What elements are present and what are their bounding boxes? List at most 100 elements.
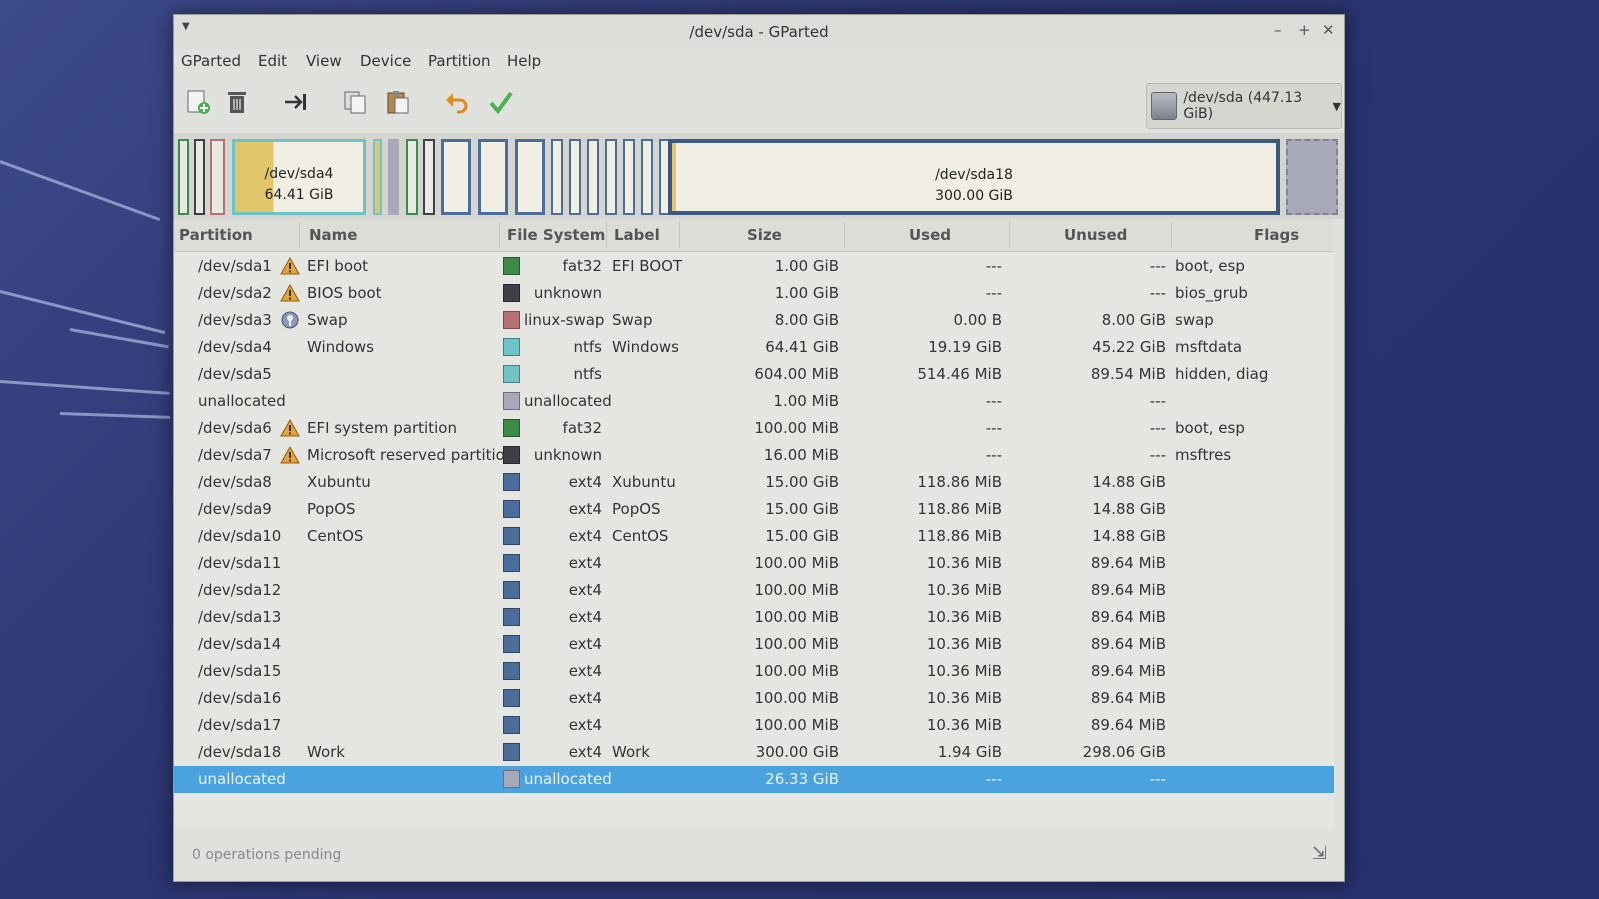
- partition-row-dev-sda10[interactable]: /dev/sda10 CentOS ext4 CentOS 15.00 GiB 118.8…: [174, 523, 1334, 550]
- partition-row-unallocated-5[interactable]: unallocated unallocated 1.00 MiB --- ---: [174, 388, 1334, 415]
- unused-cell: ---: [1149, 770, 1166, 788]
- partition-row-dev-sda11[interactable]: /dev/sda11 ext4 100.00 MiB 10.36 MiB 89.64 M…: [174, 550, 1334, 577]
- resize-move-button[interactable]: [281, 87, 311, 117]
- col-flags[interactable]: Flags: [1254, 226, 1299, 244]
- maximize-icon[interactable]: +: [1298, 21, 1311, 39]
- used-cell: 10.36 MiB: [926, 635, 1002, 653]
- filesystem-color-swatch: [503, 500, 520, 518]
- partition-row-dev-sda3[interactable]: /dev/sda3 Swap linux-swap Swap 8.00 GiB 0.00 …: [174, 307, 1334, 334]
- col-name[interactable]: Name: [309, 226, 357, 244]
- map-segment-unallocated[interactable]: [388, 139, 399, 215]
- copy-button[interactable]: [340, 87, 370, 117]
- menu-device[interactable]: Device: [360, 52, 411, 70]
- filesystem-color-swatch: [503, 635, 520, 653]
- map-sda18-name: /dev/sda18: [935, 167, 1013, 183]
- name-cell: Xubuntu: [307, 473, 371, 491]
- filesystem-color-swatch: [503, 419, 520, 437]
- size-cell: 26.33 GiB: [765, 770, 839, 788]
- col-used[interactable]: Used: [909, 226, 951, 244]
- menu-help[interactable]: Help: [507, 52, 541, 70]
- map-segment-sda4[interactable]: /dev/sda4 64.41 GiB: [232, 139, 366, 215]
- map-segment-sda12[interactable]: [569, 139, 581, 215]
- wallpaper-streak: [0, 380, 170, 395]
- size-cell: 100.00 MiB: [754, 608, 839, 626]
- partition-row-dev-sda7[interactable]: /dev/sda7 Microsoft reserved partition unk…: [174, 442, 1334, 469]
- col-filesystem[interactable]: File System: [507, 226, 605, 244]
- column-divider: [1171, 222, 1172, 248]
- col-partition[interactable]: Partition: [179, 226, 253, 244]
- menu-view[interactable]: View: [306, 52, 342, 70]
- close-icon[interactable]: ✕: [1322, 21, 1335, 39]
- filesystem-color-swatch: [503, 365, 520, 383]
- col-size[interactable]: Size: [747, 226, 782, 244]
- col-unused[interactable]: Unused: [1064, 226, 1127, 244]
- menu-partition[interactable]: Partition: [428, 52, 491, 70]
- flags-cell: swap: [1175, 311, 1214, 329]
- filesystem-color-swatch: [503, 284, 520, 302]
- minimize-icon[interactable]: –: [1274, 21, 1282, 39]
- resize-grip-icon[interactable]: ⇲: [1312, 843, 1327, 864]
- resize-move-icon: [285, 94, 306, 110]
- map-segment-unallocated-selected[interactable]: [1286, 139, 1338, 215]
- used-cell: 10.36 MiB: [926, 554, 1002, 572]
- filesystem-color-swatch: [503, 311, 520, 329]
- size-cell: 100.00 MiB: [754, 662, 839, 680]
- size-cell: 15.00 GiB: [765, 527, 839, 545]
- paste-icon: [387, 91, 409, 114]
- partition-row-dev-sda18[interactable]: /dev/sda18 Work ext4 Work 300.00 GiB 1.94 GiB…: [174, 739, 1334, 766]
- filesystem-color-swatch: [503, 554, 520, 572]
- label-cell: Work: [612, 743, 650, 761]
- map-segment-sda7[interactable]: [423, 139, 435, 215]
- partition-row-unallocated-19[interactable]: unallocated unallocated 26.33 GiB --- ---: [174, 766, 1334, 793]
- map-segment-sda6[interactable]: [406, 139, 418, 215]
- map-segment-sda15[interactable]: [623, 139, 635, 215]
- partition-row-dev-sda4[interactable]: /dev/sda4 Windows ntfs Windows 64.41 GiB 19.1…: [174, 334, 1334, 361]
- filesystem-cell: ext4: [568, 473, 602, 491]
- used-cell: 10.36 MiB: [926, 608, 1002, 626]
- partition-row-dev-sda14[interactable]: /dev/sda14 ext4 100.00 MiB 10.36 MiB 89.64 M…: [174, 631, 1334, 658]
- menu-gparted[interactable]: GParted: [181, 52, 241, 70]
- map-segment-sda1[interactable]: [178, 139, 189, 215]
- delete-button[interactable]: [222, 87, 252, 117]
- size-cell: 300.00 GiB: [755, 743, 839, 761]
- used-cell: ---: [985, 257, 1002, 275]
- apply-icon: [489, 91, 513, 115]
- partition-row-dev-sda17[interactable]: /dev/sda17 ext4 100.00 MiB 10.36 MiB 89.64 M…: [174, 712, 1334, 739]
- partition-row-dev-sda9[interactable]: /dev/sda9 PopOS ext4 PopOS 15.00 GiB 118.86 M…: [174, 496, 1334, 523]
- unused-cell: 14.88 GiB: [1092, 473, 1166, 491]
- new-partition-button[interactable]: [183, 87, 213, 117]
- paste-button[interactable]: [383, 87, 413, 117]
- map-segment-sda10[interactable]: [515, 139, 545, 215]
- map-segment-sda18[interactable]: /dev/sda18 300.00 GiB: [668, 139, 1280, 215]
- partition-row-dev-sda2[interactable]: /dev/sda2 BIOS boot unknown 1.00 GiB --- --- b…: [174, 280, 1334, 307]
- map-segment-sda9[interactable]: [478, 139, 508, 215]
- map-segment-sda16[interactable]: [641, 139, 653, 215]
- size-cell: 1.00 GiB: [774, 284, 839, 302]
- map-segment-sda11[interactable]: [551, 139, 563, 215]
- map-segment-sda5[interactable]: [373, 139, 382, 215]
- map-sda4-name: /dev/sda4: [264, 166, 334, 182]
- device-selector[interactable]: /dev/sda (447.13 GiB) ▼: [1146, 83, 1342, 129]
- map-segment-sda3[interactable]: [210, 139, 225, 215]
- map-segment-sda13[interactable]: [587, 139, 599, 215]
- partition-row-dev-sda8[interactable]: /dev/sda8 Xubuntu ext4 Xubuntu 15.00 GiB 118.…: [174, 469, 1334, 496]
- apply-button[interactable]: [486, 87, 516, 117]
- map-segment-sda8[interactable]: [441, 139, 471, 215]
- unused-cell: 298.06 GiB: [1082, 743, 1166, 761]
- partition-row-dev-sda6[interactable]: /dev/sda6 EFI system partition fat32 100.00…: [174, 415, 1334, 442]
- menu-edit[interactable]: Edit: [258, 52, 287, 70]
- map-segment-sda2[interactable]: [194, 139, 205, 215]
- filesystem-color-swatch: [503, 770, 520, 788]
- partition-row-dev-sda12[interactable]: /dev/sda12 ext4 100.00 MiB 10.36 MiB 89.64 M…: [174, 577, 1334, 604]
- col-label[interactable]: Label: [614, 226, 660, 244]
- partition-row-dev-sda5[interactable]: /dev/sda5 ntfs 604.00 MiB 514.46 MiB 89.54 M…: [174, 361, 1334, 388]
- filesystem-color-swatch: [503, 473, 520, 491]
- partition-row-dev-sda1[interactable]: /dev/sda1 EFI boot fat32 EFI BOOT 1.00 GiB --…: [174, 253, 1334, 280]
- map-segment-sda14[interactable]: [605, 139, 617, 215]
- partition-row-dev-sda16[interactable]: /dev/sda16 ext4 100.00 MiB 10.36 MiB 89.64 M…: [174, 685, 1334, 712]
- used-cell: 19.19 GiB: [928, 338, 1002, 356]
- undo-button[interactable]: [442, 87, 472, 117]
- partition-row-dev-sda13[interactable]: /dev/sda13 ext4 100.00 MiB 10.36 MiB 89.64 M…: [174, 604, 1334, 631]
- partition-row-dev-sda15[interactable]: /dev/sda15 ext4 100.00 MiB 10.36 MiB 89.64 M…: [174, 658, 1334, 685]
- partition-cell: /dev/sda12: [198, 581, 282, 599]
